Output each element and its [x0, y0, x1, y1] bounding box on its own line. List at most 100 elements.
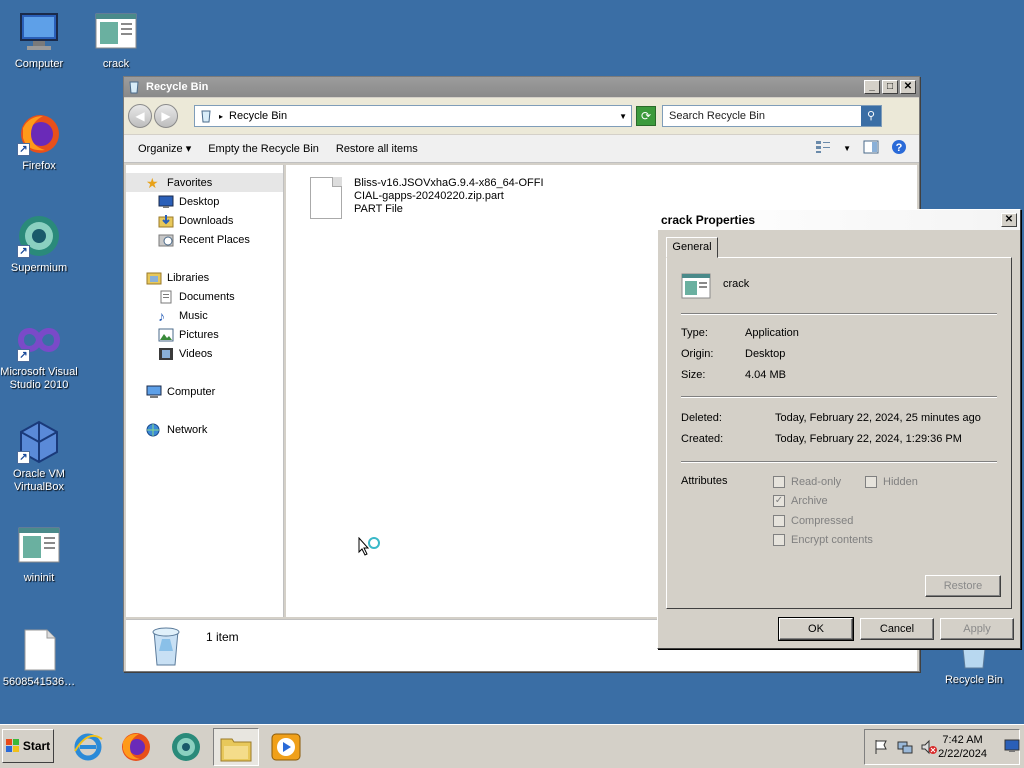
- supermium-icon[interactable]: [170, 731, 202, 763]
- firefox-icon: ↗: [17, 112, 61, 156]
- blank-file-icon: [17, 628, 61, 672]
- dialog-titlebar[interactable]: crack Properties ✕: [658, 210, 1020, 230]
- nav-downloads[interactable]: Downloads: [126, 211, 283, 230]
- restore-all-items-button[interactable]: Restore all items: [336, 143, 418, 155]
- type-row: Type: Application: [681, 327, 799, 339]
- nav-desktop[interactable]: Desktop: [126, 192, 283, 211]
- media-player-icon[interactable]: [270, 731, 302, 763]
- deleted-row: Deleted: Today, February 22, 2024, 25 min…: [681, 412, 981, 424]
- properties-dialog[interactable]: crack Properties ✕ General crack Type: Ap…: [657, 209, 1021, 649]
- divider: [681, 396, 997, 398]
- nav-pictures[interactable]: Pictures: [126, 325, 283, 344]
- maximize-button[interactable]: □: [882, 80, 898, 94]
- archive-checkbox[interactable]: ✓ Archive: [773, 495, 828, 507]
- nav-computer[interactable]: Computer: [126, 382, 283, 401]
- chevron-down-icon[interactable]: ▼: [843, 144, 851, 153]
- downloads-icon: [158, 214, 174, 227]
- explorer-titlebar[interactable]: Recycle Bin _ □ ✕: [124, 77, 919, 97]
- visual-studio-icon: ↗: [17, 318, 61, 362]
- forward-button[interactable]: ▶: [154, 104, 178, 128]
- volume-muted-icon[interactable]: [921, 739, 937, 755]
- preview-pane-icon[interactable]: [863, 140, 879, 157]
- system-tray: 7:42 AM 2/22/2024: [864, 729, 1020, 765]
- application-icon: [17, 524, 61, 568]
- desktop-icon-firefox[interactable]: ↗ Firefox: [0, 112, 78, 173]
- nav-network[interactable]: Network: [126, 420, 283, 439]
- restore-button[interactable]: Restore: [925, 575, 1001, 597]
- checkmark-icon: ✓: [773, 495, 785, 507]
- list-item[interactable]: Bliss-v16.JSOVxhaG.9.4-x86_64-OFFI CIAL-…: [310, 177, 544, 219]
- libraries-icon: [146, 272, 162, 284]
- close-button[interactable]: ✕: [900, 80, 916, 94]
- hidden-checkbox[interactable]: Hidden: [865, 476, 918, 488]
- videos-icon: [159, 347, 173, 360]
- computer-icon: [146, 385, 162, 398]
- desktop-icon-supermium[interactable]: ↗ Supermium: [0, 214, 78, 275]
- attributes-label: Attributes: [681, 475, 728, 487]
- windows-logo-icon: [5, 739, 19, 752]
- network-icon[interactable]: [897, 739, 913, 755]
- nav-videos[interactable]: Videos: [126, 344, 283, 363]
- size-row: Size: 4.04 MB: [681, 369, 786, 381]
- ok-button[interactable]: OK: [778, 617, 854, 641]
- desktop-icon-visual-studio[interactable]: ↗ Microsoft Visual Studio 2010: [0, 318, 78, 392]
- close-button[interactable]: ✕: [1001, 213, 1017, 227]
- created-row: Created: Today, February 22, 2024, 1:29:3…: [681, 433, 962, 445]
- internet-explorer-icon[interactable]: [72, 731, 104, 763]
- address-bar: ◀ ▶ ▸ Recycle Bin ▼ ⟳ Search Recycle Bin…: [124, 98, 919, 134]
- desktop-icon-label: crack: [102, 58, 130, 70]
- file-icon: [310, 177, 342, 219]
- minimize-button[interactable]: _: [864, 80, 880, 94]
- desktop-icon: [158, 195, 174, 208]
- desktop-icon-crack[interactable]: crack: [77, 10, 155, 71]
- desktop-icon-label: 5608541536…: [2, 676, 76, 688]
- show-desktop-icon[interactable]: [1004, 739, 1020, 753]
- nav-music[interactable]: ♪ Music: [126, 306, 283, 325]
- address-text: Recycle Bin: [229, 110, 288, 122]
- chevron-down-icon[interactable]: ▼: [619, 112, 627, 121]
- refresh-button[interactable]: ⟳: [636, 106, 656, 126]
- search-placeholder: Search Recycle Bin: [669, 110, 765, 122]
- encrypt-checkbox[interactable]: Encrypt contents: [773, 534, 873, 546]
- apply-button[interactable]: Apply: [940, 618, 1014, 640]
- empty-recycle-bin-button[interactable]: Empty the Recycle Bin: [208, 143, 319, 155]
- search-input[interactable]: Search Recycle Bin ⚲: [662, 105, 882, 127]
- readonly-checkbox[interactable]: Read-only: [773, 476, 841, 488]
- general-panel: crack Type: Application Origin: Desktop Si…: [666, 257, 1012, 609]
- nav-favorites[interactable]: ★ Favorites: [126, 173, 283, 192]
- flag-icon[interactable]: [873, 739, 889, 755]
- view-options-icon[interactable]: [815, 140, 831, 157]
- taskbar: Start 7:42 AM 2/22/2024: [0, 724, 1024, 768]
- star-icon: ★: [146, 174, 159, 191]
- computer-icon: [17, 10, 61, 54]
- organize-menu[interactable]: Organize ▾: [138, 142, 191, 155]
- search-icon[interactable]: ⚲: [861, 106, 881, 126]
- compressed-checkbox[interactable]: Compressed: [773, 515, 853, 527]
- back-button[interactable]: ◀: [128, 104, 152, 128]
- nav-libraries[interactable]: Libraries: [126, 268, 283, 287]
- shortcut-arrow-icon: ↗: [17, 245, 30, 258]
- address-field[interactable]: ▸ Recycle Bin ▼: [194, 105, 632, 127]
- file-name: CIAL-gapps-20240220.zip.part: [354, 190, 504, 202]
- desktop-icon-computer[interactable]: Computer: [0, 10, 78, 71]
- desktop-icon-label: Microsoft Visual Studio 2010: [0, 366, 78, 391]
- clock[interactable]: 7:42 AM 2/22/2024: [938, 733, 987, 761]
- music-icon: ♪: [158, 307, 165, 324]
- nav-documents[interactable]: Documents: [126, 287, 283, 306]
- firefox-icon[interactable]: [120, 731, 152, 763]
- taskbar-explorer-button[interactable]: [213, 728, 259, 766]
- nav-recent-places[interactable]: Recent Places: [126, 230, 283, 249]
- help-icon[interactable]: ?: [891, 139, 907, 158]
- recycle-bin-icon: [152, 627, 180, 665]
- origin-row: Origin: Desktop: [681, 348, 786, 360]
- command-bar: Organize ▾ Empty the Recycle Bin Restore…: [124, 135, 919, 163]
- start-button[interactable]: Start: [2, 729, 54, 763]
- desktop-icon-wininit[interactable]: wininit: [0, 524, 78, 585]
- desktop-icon-virtualbox[interactable]: ↗ Oracle VM VirtualBox: [0, 420, 78, 494]
- desktop-icon-file[interactable]: 5608541536…: [0, 628, 78, 689]
- desktop-icon-label: Computer: [14, 58, 64, 70]
- clock-date: 2/22/2024: [938, 748, 987, 760]
- tab-general[interactable]: General: [666, 237, 718, 258]
- cancel-button[interactable]: Cancel: [860, 618, 934, 640]
- shortcut-arrow-icon: ↗: [17, 451, 30, 464]
